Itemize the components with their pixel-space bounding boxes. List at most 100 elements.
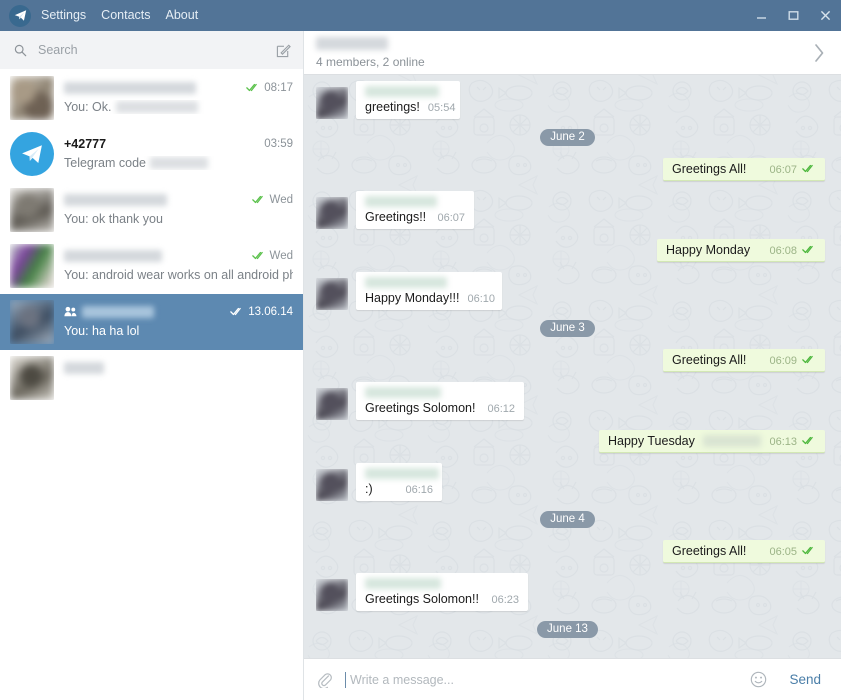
chat-list-item[interactable] xyxy=(0,350,303,406)
avatar xyxy=(316,278,348,310)
sidebar: 08:17 You: Ok. xyxy=(0,31,304,700)
double-check-icon xyxy=(251,195,266,204)
message-sender-name xyxy=(365,387,441,398)
avatar xyxy=(10,300,54,344)
message-bubble-outgoing[interactable]: Greetings All! 06:07 xyxy=(663,158,825,181)
search-bar xyxy=(0,31,303,70)
chat-list-item[interactable]: Wed You: ok thank you xyxy=(0,182,303,238)
message-row[interactable]: Happy Tuesday 06:13 xyxy=(310,430,825,453)
close-icon[interactable] xyxy=(809,0,841,31)
paperclip-icon[interactable] xyxy=(316,671,333,688)
message-time: 06:23 xyxy=(491,594,519,606)
chat-preview-text: You: Ok. xyxy=(64,100,112,114)
chevron-right-icon[interactable] xyxy=(812,42,827,64)
chat-timestamp: 03:59 xyxy=(264,137,293,150)
message-text: Greetings Solomon!! xyxy=(365,592,479,606)
compose-pencil-icon[interactable] xyxy=(273,40,293,60)
maximize-icon[interactable] xyxy=(777,0,809,31)
chat-title xyxy=(316,36,388,50)
chat-list-item-selected[interactable]: 13.06.14 You: ha ha lol xyxy=(0,294,303,350)
message-bubble-incoming[interactable]: Greetings!! 06:07 xyxy=(356,191,474,229)
message-text: Greetings All! xyxy=(672,544,747,558)
double-check-icon xyxy=(802,164,816,173)
message-bubble-incoming[interactable]: greetings! 05:54 xyxy=(356,81,460,119)
chat-preview: You: ok thank you xyxy=(64,212,293,226)
window-controls xyxy=(745,0,841,31)
smiley-icon[interactable] xyxy=(750,671,767,688)
menu-item-settings[interactable]: Settings xyxy=(41,0,86,31)
message-text: Happy Tuesday xyxy=(608,434,695,448)
message-row[interactable]: Greetings All! 06:07 xyxy=(310,158,825,181)
chat-timestamp: Wed xyxy=(269,193,293,206)
date-separator: June 2 xyxy=(310,129,825,146)
message-bubble-outgoing[interactable]: Happy Monday 06:08 xyxy=(657,239,825,262)
message-bubble-outgoing[interactable]: Greetings All! 06:05 xyxy=(663,540,825,563)
redacted-text xyxy=(115,101,198,113)
date-separator: June 3 xyxy=(310,320,825,337)
message-row[interactable]: :) 06:16 xyxy=(310,463,825,501)
message-bubble-incoming[interactable]: Happy Monday!!! 06:10 xyxy=(356,272,502,310)
title-bar: Settings Contacts About xyxy=(0,0,841,31)
double-check-icon xyxy=(246,83,260,92)
double-check-icon xyxy=(251,251,266,260)
message-sender-name xyxy=(365,468,439,479)
message-row[interactable]: greetings! 05:54 xyxy=(310,81,825,119)
avatar xyxy=(316,579,348,611)
menu-item-about[interactable]: About xyxy=(166,0,199,31)
avatar xyxy=(316,197,348,229)
message-bubble-outgoing[interactable]: Happy Tuesday 06:13 xyxy=(599,430,825,453)
message-text: Greetings Solomon! xyxy=(365,401,476,415)
chat-name xyxy=(82,305,154,318)
message-input[interactable] xyxy=(345,671,743,688)
message-text: Greetings All! xyxy=(672,353,747,367)
message-bubble-incoming[interactable]: Greetings Solomon!! 06:23 xyxy=(356,573,528,611)
message-row[interactable]: Greetings Solomon! 06:12 xyxy=(310,382,825,420)
chat-preview-text: You: ha ha lol xyxy=(64,324,140,338)
message-scroll-area: greetings! 05:54 June 2 Greetings All! 0… xyxy=(304,75,841,658)
message-row[interactable]: Greetings Solomon!! 06:23 xyxy=(310,573,825,611)
chat-preview: You: Ok. xyxy=(64,100,293,114)
double-check-icon xyxy=(802,355,816,364)
message-bubble-incoming[interactable]: :) 06:16 xyxy=(356,463,442,501)
chat-preview: Telegram code xyxy=(64,156,293,170)
message-row[interactable]: Happy Monday!!! 06:10 xyxy=(310,272,825,310)
message-row[interactable]: Greetings All! 06:05 xyxy=(310,540,825,563)
double-check-icon xyxy=(230,307,244,316)
chat-list-item[interactable]: +42777 03:59 Telegram code xyxy=(0,126,303,182)
search-input[interactable] xyxy=(36,42,265,58)
message-time: 06:05 xyxy=(769,546,797,558)
minimize-icon[interactable] xyxy=(745,0,777,31)
telegram-plane-icon xyxy=(9,4,31,27)
date-badge: June 3 xyxy=(540,320,595,337)
chat-list-item[interactable]: Wed You: android wear works on all andro… xyxy=(0,238,303,294)
chat-preview: You: android wear works on all android p… xyxy=(64,268,293,282)
message-row[interactable]: Happy Monday 06:08 xyxy=(310,239,825,262)
menu-item-contacts[interactable]: Contacts xyxy=(101,0,150,31)
avatar xyxy=(316,469,348,501)
send-button[interactable]: Send xyxy=(783,671,827,688)
avatar xyxy=(10,356,54,400)
double-check-icon xyxy=(802,245,816,254)
message-text: :) xyxy=(365,482,373,496)
message-composer: Send xyxy=(304,658,841,700)
message-text: greetings! xyxy=(365,100,420,114)
date-separator: June 13 xyxy=(310,621,825,638)
avatar xyxy=(316,87,348,119)
message-row[interactable]: Greetings All! 06:09 xyxy=(310,349,825,372)
message-bubble-outgoing[interactable]: Greetings All! 06:09 xyxy=(663,349,825,372)
message-sender-name xyxy=(365,196,437,207)
message-bubble-incoming[interactable]: Greetings Solomon! 06:12 xyxy=(356,382,524,420)
chat-list-item[interactable]: 08:17 You: Ok. xyxy=(0,70,303,126)
chat-list[interactable]: 08:17 You: Ok. +42777 03:59 Telegram cod… xyxy=(0,70,303,700)
message-list[interactable]: greetings! 05:54 June 2 Greetings All! 0… xyxy=(304,75,841,658)
chat-header[interactable]: 4 members, 2 online xyxy=(304,31,841,75)
message-row[interactable]: Greetings!! 06:07 xyxy=(310,191,825,229)
chat-name: +42777 xyxy=(64,136,107,151)
redacted-text xyxy=(702,435,762,447)
group-members-icon xyxy=(64,306,77,317)
double-check-icon xyxy=(802,546,816,555)
message-sender-name xyxy=(365,277,447,288)
chat-timestamp: Wed xyxy=(269,249,293,262)
chat-name xyxy=(64,361,104,374)
chat-preview-text: Telegram code xyxy=(64,156,146,170)
